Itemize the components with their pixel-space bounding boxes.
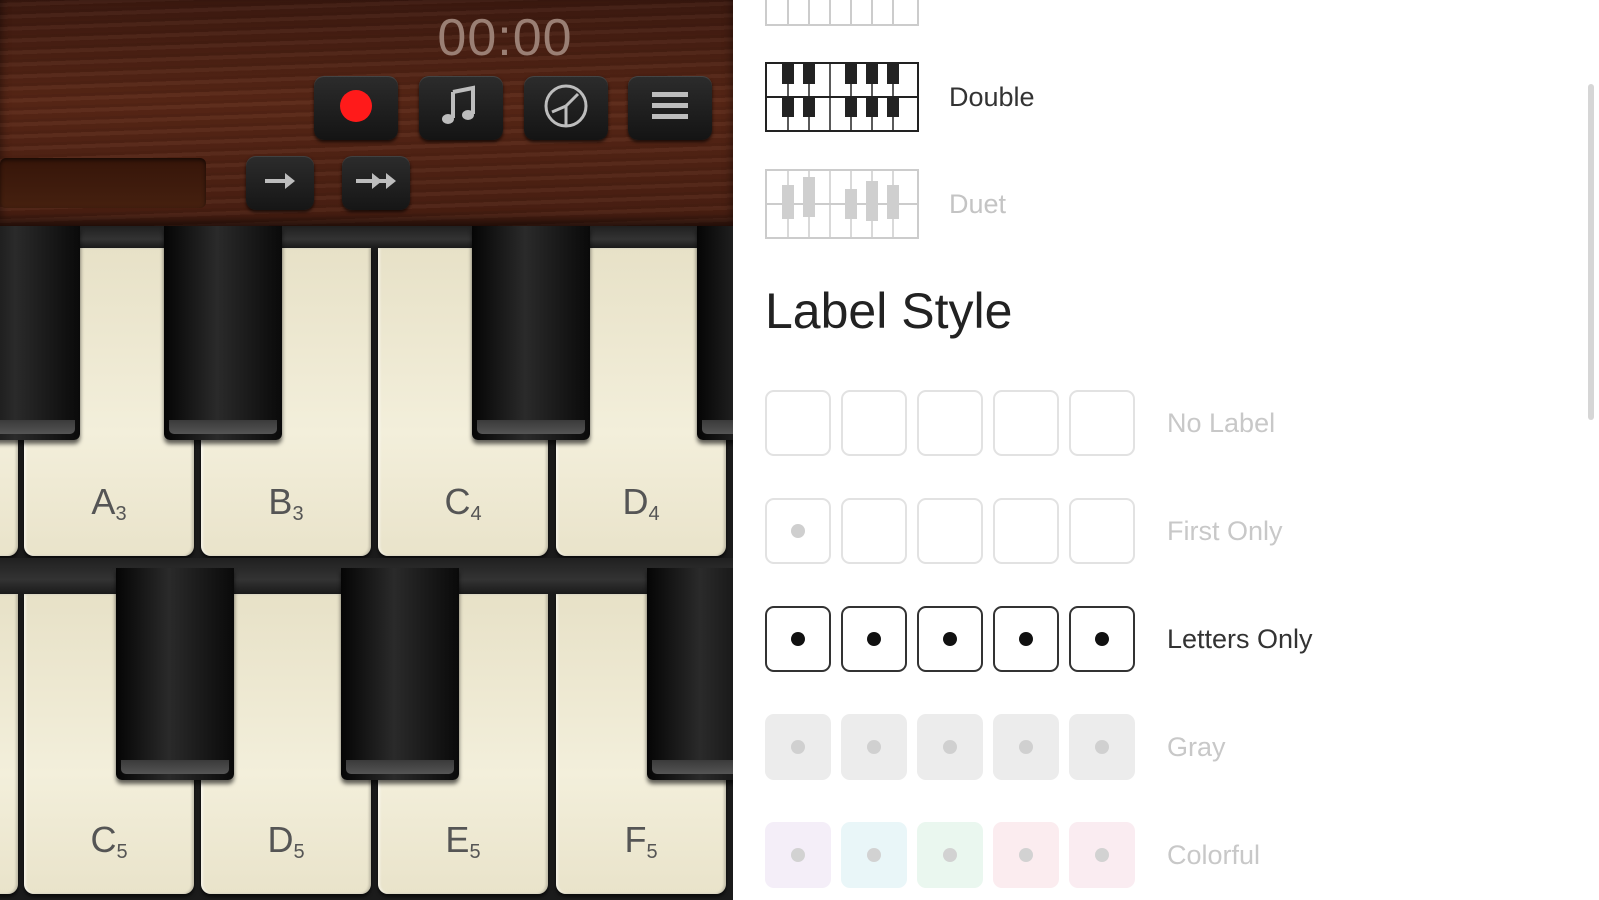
dot-icon [867, 848, 881, 862]
dot-icon [867, 740, 881, 754]
label-preview-cell [841, 498, 907, 564]
keyboard-layout-thumbnail [765, 0, 919, 26]
metronome-button[interactable] [524, 76, 608, 140]
label-preview-cell [1069, 606, 1135, 672]
upper-keyboard-rail [0, 226, 733, 248]
label-preview-cell [765, 498, 831, 564]
label-style-name: Gray [1167, 731, 1226, 762]
label-preview-cell [765, 606, 831, 672]
double-keyboard-icon [765, 62, 919, 132]
dot-icon [791, 848, 805, 862]
label-preview-cell [1069, 714, 1135, 780]
label-preview-cell [993, 390, 1059, 456]
key-label: E5 [445, 819, 481, 863]
dot-icon [943, 848, 957, 862]
label-preview-cell [765, 822, 831, 888]
arrow-right-icon [263, 171, 297, 196]
label-style-no-label[interactable]: No Label [765, 390, 1275, 456]
black-key[interactable] [341, 568, 459, 780]
label-preview-cell [993, 822, 1059, 888]
black-key[interactable] [164, 226, 282, 440]
record-icon [338, 88, 374, 129]
key-label: C4 [444, 481, 482, 525]
label-preview-cell [841, 714, 907, 780]
key-label: D5 [267, 819, 305, 863]
dot-icon [1095, 848, 1109, 862]
duet-keyboard-icon [765, 169, 919, 239]
wood-panel: 00:00 [0, 0, 733, 226]
fast-forward-button[interactable] [342, 156, 410, 210]
label-style-name: Letters Only [1167, 623, 1313, 654]
black-key[interactable] [697, 226, 733, 440]
black-key[interactable] [472, 226, 590, 440]
music-note-icon [439, 84, 483, 133]
key-label: F5 [624, 819, 658, 863]
dot-icon [791, 524, 805, 538]
label-style-letters-only[interactable]: Letters Only [765, 606, 1313, 672]
dot-icon [943, 740, 957, 754]
label-preview-cell [841, 390, 907, 456]
label-style-name: Colorful [1167, 839, 1261, 870]
label-style-gray[interactable]: Gray [765, 714, 1226, 780]
timer-display: 00:00 [437, 9, 573, 67]
metronome-icon [542, 82, 590, 135]
record-button[interactable] [314, 76, 398, 140]
label-preview-cell [993, 498, 1059, 564]
label-preview-cell [841, 822, 907, 888]
song-name-slot [0, 158, 206, 208]
double-arrow-right-icon [354, 171, 398, 196]
layout-option-double[interactable]: Double [765, 62, 1035, 132]
song-button[interactable] [419, 76, 503, 140]
piano-app: 00:00 A3 B3 C4 D4 C5 D5 E5 F5 [0, 0, 733, 900]
scrollbar[interactable] [1588, 84, 1594, 420]
key-label: D4 [622, 481, 660, 525]
layout-option-duet[interactable]: Duet [765, 169, 1006, 239]
key-label: B3 [268, 481, 304, 525]
label-style-heading: Label Style [765, 283, 1013, 339]
label-preview-cell [917, 606, 983, 672]
label-preview-cell [917, 390, 983, 456]
label-style-name: First Only [1167, 515, 1283, 546]
black-key[interactable] [116, 568, 234, 780]
layout-option-partial[interactable] [765, 0, 919, 26]
black-key[interactable] [0, 226, 80, 440]
key-label: C5 [90, 819, 128, 863]
label-preview-cell [765, 390, 831, 456]
dot-icon [1019, 848, 1033, 862]
label-preview-cell [917, 714, 983, 780]
key-label: A3 [91, 481, 127, 525]
label-preview-cell [1069, 390, 1135, 456]
black-key[interactable] [647, 568, 733, 780]
label-preview-cell [1069, 498, 1135, 564]
layout-label-double: Double [949, 81, 1035, 112]
settings-panel: Double Duet Label Style No Label First O… [733, 0, 1599, 900]
label-style-first-only[interactable]: First Only [765, 498, 1283, 564]
dot-icon [1019, 632, 1033, 646]
label-preview-cell [993, 606, 1059, 672]
dot-icon [791, 632, 805, 646]
hamburger-icon [650, 88, 690, 129]
label-preview-cell [993, 714, 1059, 780]
dot-icon [1095, 740, 1109, 754]
label-preview-cell [917, 498, 983, 564]
dot-icon [1019, 740, 1033, 754]
dot-icon [1095, 632, 1109, 646]
dot-icon [791, 740, 805, 754]
label-preview-cell [765, 714, 831, 780]
label-preview-cell [917, 822, 983, 888]
next-button[interactable] [246, 156, 314, 210]
dot-icon [867, 632, 881, 646]
layout-label-duet: Duet [949, 188, 1007, 219]
label-preview-cell [1069, 822, 1135, 888]
dot-icon [943, 632, 957, 646]
label-style-colorful[interactable]: Colorful [765, 822, 1260, 888]
white-key[interactable] [0, 594, 18, 894]
label-style-name: No Label [1167, 407, 1276, 438]
menu-button[interactable] [628, 76, 712, 140]
label-preview-cell [841, 606, 907, 672]
